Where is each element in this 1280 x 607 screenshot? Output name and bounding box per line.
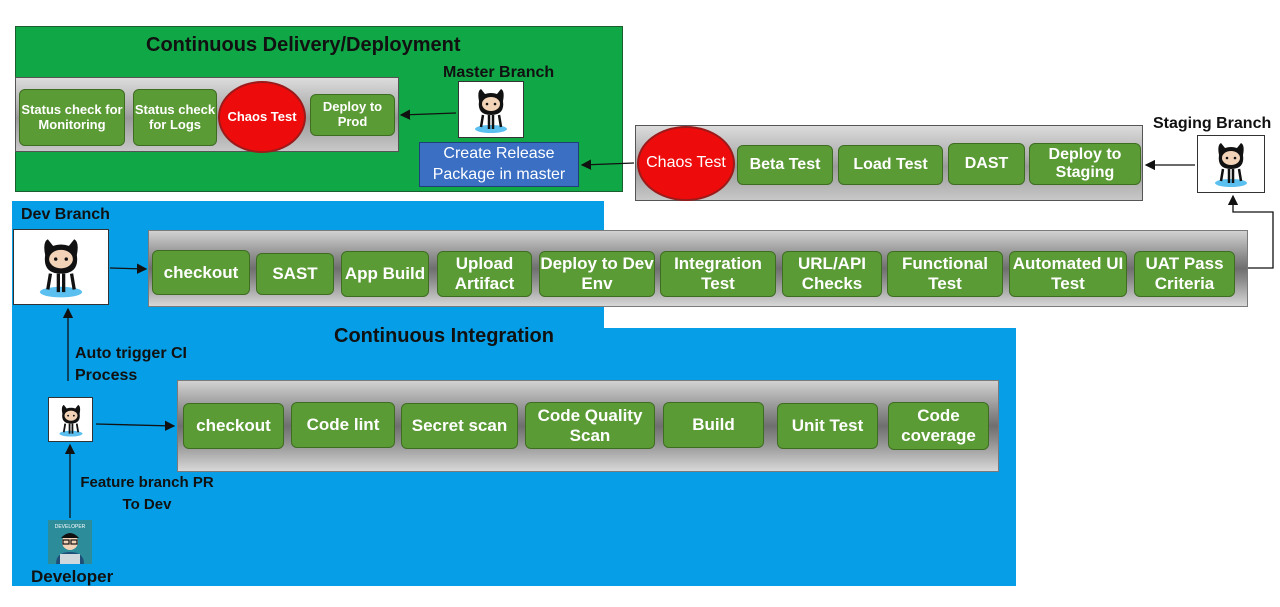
arrow-dev-branch-to-pipeline [109, 263, 148, 274]
arrow-feature-to-ci [95, 420, 176, 431]
arrow-dev-to-staging [1227, 194, 1274, 269]
arrow-master-to-cd [399, 109, 457, 120]
arrow-staging-to-release [580, 159, 635, 170]
flow-arrows [62, 109, 1274, 518]
